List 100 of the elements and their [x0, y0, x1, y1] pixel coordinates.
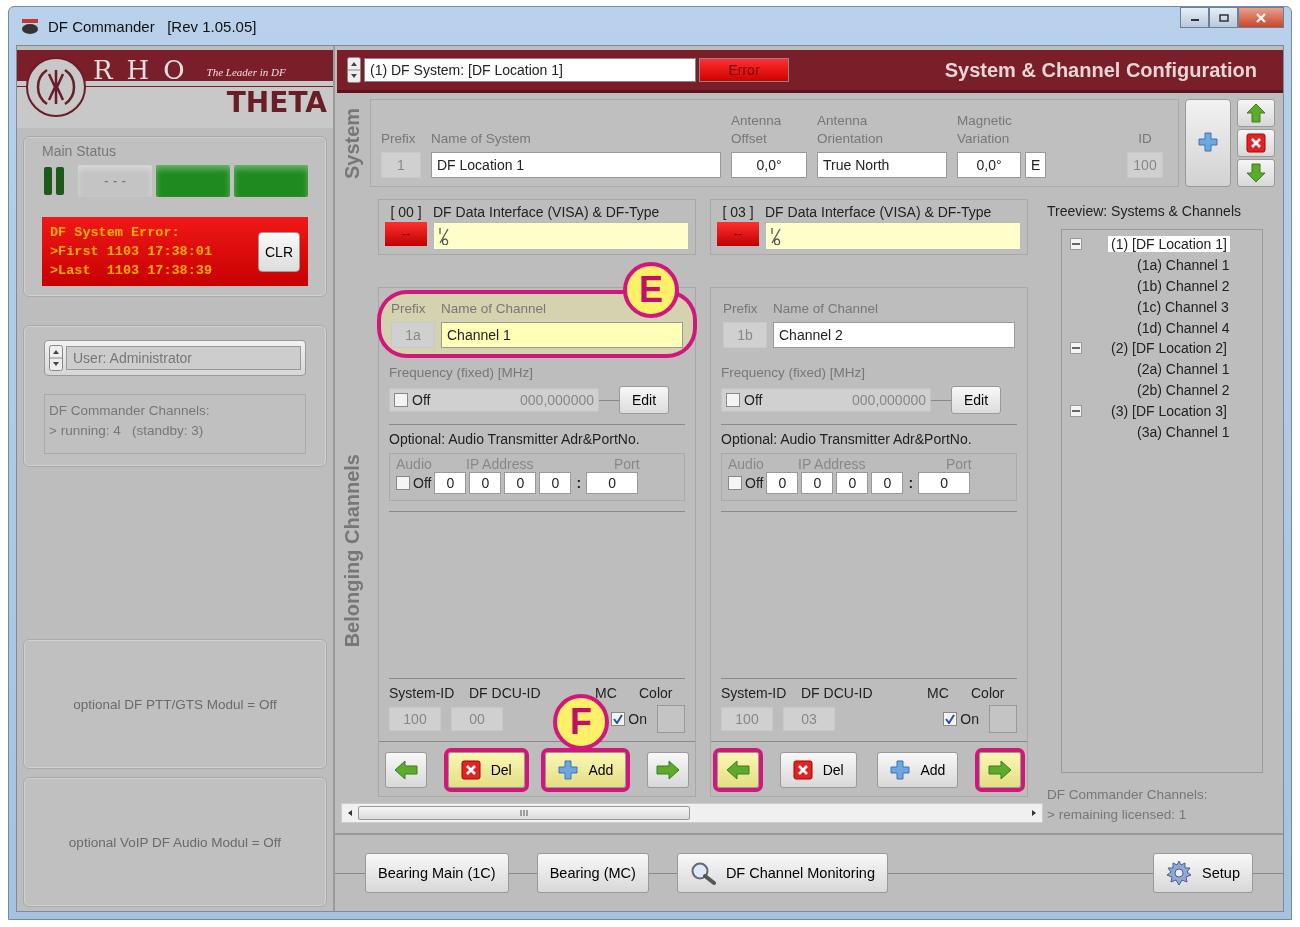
minimize-button[interactable] [1180, 7, 1209, 28]
tree-item[interactable]: (2) [DF Location 2] [1108, 340, 1230, 357]
io-icon [438, 227, 450, 245]
spinner-icon [347, 57, 361, 83]
input-field[interactable]: 0 [586, 472, 639, 494]
checkbox[interactable] [726, 393, 740, 407]
status-lamp: - - - [78, 165, 152, 197]
field-label: DF Data Interface (VISA) & DF-Type [433, 204, 661, 220]
nav-button[interactable]: Bearing (MC) [536, 853, 649, 893]
input-field[interactable]: Channel 2 [773, 322, 1015, 348]
input-field[interactable]: 0 [434, 472, 467, 494]
right-arrow-icon [656, 760, 680, 780]
add-button[interactable]: Add [877, 752, 959, 788]
tree-item[interactable]: (3) [DF Location 3] [1108, 402, 1230, 419]
field-label: Name of Channel [441, 300, 547, 318]
frequency-field[interactable]: Off 000,000000 [389, 388, 599, 412]
io-icon [770, 227, 782, 245]
clear-button[interactable]: CLR [258, 231, 300, 272]
input-field[interactable]: 0,0° [731, 152, 807, 178]
input-field[interactable]: True North [817, 152, 947, 178]
gear-icon [1166, 860, 1193, 886]
frequency-field[interactable]: Off 000,000000 [721, 388, 931, 412]
nav-button[interactable]: DF Channel Monitoring [676, 853, 888, 893]
scrollbar[interactable] [341, 803, 1043, 823]
plus-icon [1198, 131, 1218, 152]
left-arrow-icon [726, 760, 750, 780]
tree-item[interactable]: (1) [DF Location 1] [1108, 236, 1230, 253]
scroll-right-icon [1030, 809, 1038, 817]
tree-item[interactable]: (2b) Channel 2 [1134, 381, 1233, 398]
input-field[interactable]: 0 [801, 472, 834, 494]
move-up-button[interactable] [1237, 99, 1275, 127]
input-field[interactable]: 0 [918, 472, 971, 494]
input-field[interactable]: 0 [871, 472, 904, 494]
checkbox[interactable] [943, 712, 958, 726]
checkbox[interactable] [394, 393, 408, 407]
input-field[interactable]: 0,0° [957, 152, 1021, 178]
direction-field[interactable]: E [1025, 152, 1047, 178]
logo-word: RHO [93, 56, 199, 84]
input-field[interactable]: DF Location 1 [431, 152, 721, 178]
nav-button[interactable]: Bearing Main (1C) [365, 853, 509, 893]
checkbox-label: Off [412, 392, 431, 408]
field-label: MC [927, 685, 950, 701]
field-label: System-ID [721, 685, 788, 701]
edit-button[interactable]: Edit [619, 386, 670, 414]
checkbox[interactable] [728, 476, 742, 490]
close-icon [1256, 12, 1266, 23]
move-down-button[interactable] [1237, 159, 1275, 187]
input-field[interactable]: 0 [504, 472, 537, 494]
tree-item[interactable]: (1d) Channel 4 [1134, 319, 1233, 336]
field-label: Color [971, 685, 1005, 701]
input-field[interactable]: Channel 1 [441, 322, 683, 348]
tree-item[interactable]: (1a) Channel 1 [1134, 257, 1233, 274]
field-label: Prefix [723, 300, 758, 318]
next-button[interactable] [647, 752, 689, 788]
channel-index: [ 00 ] [390, 204, 422, 220]
previous-button[interactable] [385, 752, 427, 788]
field-label: DF DCU-ID [469, 685, 542, 701]
scroll-thumb[interactable] [358, 806, 690, 820]
delete-button[interactable] [1237, 129, 1275, 157]
id-field: 00 [451, 707, 503, 731]
tree-item[interactable]: (2a) Channel 1 [1134, 361, 1233, 378]
close-button[interactable] [1238, 7, 1284, 28]
field-label: DF Data Interface (VISA) & DF-Type [765, 204, 993, 220]
emblem-icon [25, 56, 87, 118]
tree-item[interactable]: (1b) Channel 2 [1134, 278, 1233, 294]
section-title: Optional: Audio Transmitter Adr&PortNo. [721, 431, 973, 447]
field-label: Name of Channel [773, 300, 879, 318]
input-field[interactable]: 0 [469, 472, 502, 494]
section-title: Optional: Audio Transmitter Adr&PortNo. [389, 431, 641, 447]
checkbox[interactable] [396, 476, 410, 490]
collapse-icon[interactable] [1070, 342, 1082, 355]
color-field[interactable] [989, 705, 1017, 733]
search-icon [689, 861, 716, 885]
right-arrow-icon [988, 760, 1012, 780]
status-lamp-segment [56, 167, 64, 195]
edit-button[interactable]: Edit [951, 386, 1002, 414]
interface-field[interactable] [765, 222, 1021, 250]
error-text: >First 1103 17:38:01 [50, 243, 214, 261]
collapse-icon[interactable] [1070, 404, 1082, 417]
color-field[interactable] [657, 705, 685, 733]
delete-button[interactable]: Del [779, 752, 857, 788]
input-field[interactable]: 0 [539, 472, 572, 494]
module-text: optional DF PTT/GTS Modul = Off [73, 696, 277, 712]
tree-item[interactable]: (1c) Channel 3 [1134, 298, 1232, 315]
check-icon [945, 714, 956, 724]
maximize-button[interactable] [1209, 7, 1238, 28]
left-arrow-icon [394, 760, 418, 780]
checkbox[interactable] [611, 712, 626, 726]
collapse-icon[interactable] [1070, 238, 1082, 251]
input-field[interactable]: 0 [836, 472, 869, 494]
input-field[interactable]: 0 [766, 472, 799, 494]
checkbox-label: Off [745, 475, 764, 491]
setup-button[interactable]: Setup [1153, 853, 1253, 893]
tree-title: Treeview: Systems & Channels [1047, 202, 1242, 221]
tree-item[interactable]: (3a) Channel 1 [1134, 423, 1233, 440]
frequency-value: 000,000000 [520, 392, 594, 408]
add-system-button[interactable] [1185, 99, 1231, 187]
interface-field[interactable] [433, 222, 689, 250]
plus-icon [890, 760, 911, 780]
channel-index: [ 03 ] [722, 204, 754, 220]
